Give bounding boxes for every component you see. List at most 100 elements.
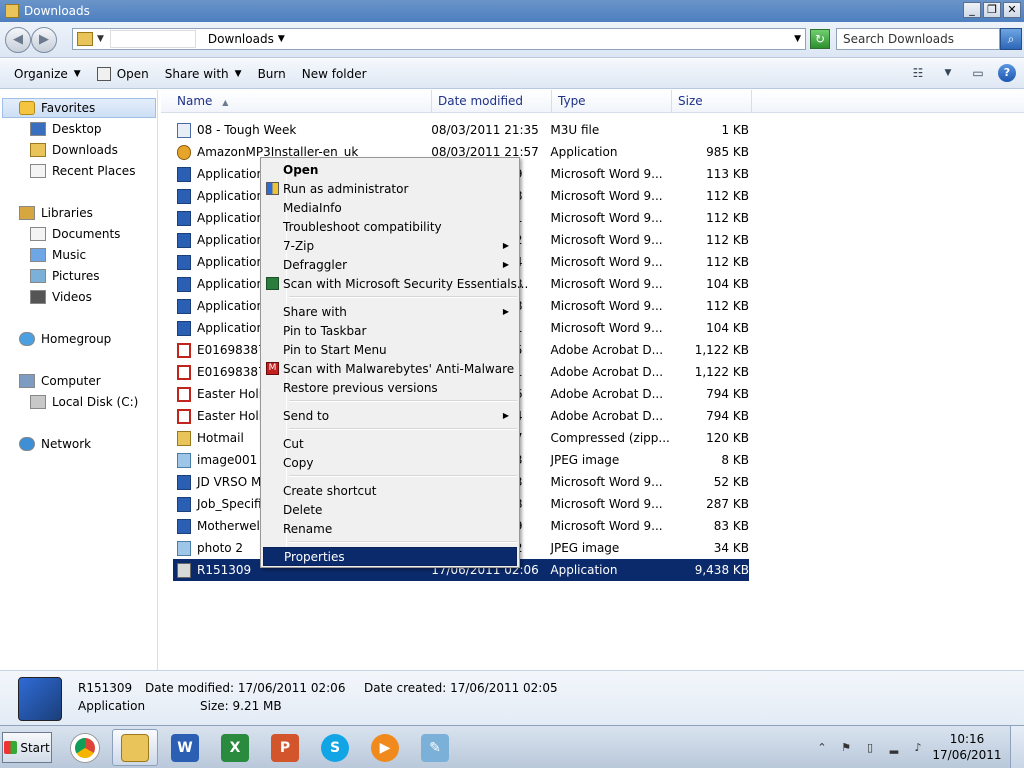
file-type: Microsoft Word 9... [550,277,663,291]
search-input[interactable]: Search Downloads [836,28,1000,50]
system-clock[interactable]: 10:16 17/06/2011 [930,731,1004,763]
homegroup-icon [19,332,35,346]
menu-item-send-to[interactable]: Send to ▶ [263,406,517,425]
column-date-modified[interactable]: Date modified [432,90,552,113]
new-folder-button[interactable]: New folder [294,59,375,89]
menu-item-restore-versions[interactable]: Restore previous versions [263,378,517,397]
nav-label: Videos [52,290,92,304]
menu-label: Rename [283,521,333,536]
file-type: Microsoft Word 9... [550,321,663,335]
application-icon [177,562,191,578]
menu-item-defraggler[interactable]: Defraggler ▶ [263,255,517,274]
taskbar-app-paint[interactable]: ✎ [412,729,458,766]
show-hidden-icons-icon[interactable]: ⌃ [814,740,830,756]
address-bar[interactable]: ▼ Downloads ▼ ▼ [72,28,806,50]
menu-item-mediainfo[interactable]: MediaInfo [263,198,517,217]
menu-item-share-with[interactable]: Share with ▶ [263,302,517,321]
nav-documents[interactable]: Documents [30,224,120,244]
menu-item-troubleshoot[interactable]: Troubleshoot compatibility [263,217,517,236]
usb-device-icon[interactable]: ▯ [862,740,878,756]
open-button[interactable]: Open [89,59,157,89]
minimize-button[interactable]: _ [963,2,981,18]
back-button[interactable]: ◀ [5,26,31,53]
nav-desktop[interactable]: Desktop [30,119,102,139]
file-type: Microsoft Word 9... [550,519,663,533]
word-document-icon [177,166,191,182]
taskbar-app-word[interactable]: W [162,729,208,766]
file-type: Microsoft Word 9... [550,475,663,489]
menu-item-properties[interactable]: Properties [263,547,517,566]
volume-icon[interactable]: ♪ [910,740,926,756]
file-size: 112 KB [706,211,749,225]
search-button[interactable]: ⌕ [1000,28,1022,50]
menu-item-rename[interactable]: Rename [263,519,517,538]
burn-button[interactable]: Burn [250,59,294,89]
refresh-button[interactable]: ↻ [810,29,830,49]
nav-pictures[interactable]: Pictures [30,266,100,286]
address-field[interactable] [109,30,196,48]
taskbar-app-media-player[interactable]: ▶ [362,729,408,766]
start-button[interactable]: Start [2,732,52,763]
file-name: Easter Holic [197,387,269,401]
submenu-arrow-icon: ▶ [502,307,509,316]
forward-button[interactable]: ▶ [31,26,57,53]
breadcrumb-downloads[interactable]: Downloads [208,32,274,46]
nav-videos[interactable]: Videos [30,287,92,307]
menu-item-cut[interactable]: Cut [263,434,517,453]
menu-item-7zip[interactable]: 7-Zip ▶ [263,236,517,255]
nav-local-disk[interactable]: Local Disk (C:) [30,392,138,412]
menu-item-open[interactable]: Open [263,160,517,179]
search-placeholder: Search Downloads [843,32,954,46]
file-row[interactable]: 08 - Tough Week 08/03/2011 21:35 M3U file 1… [173,119,749,141]
word-icon: W [171,733,199,762]
nav-label: Libraries [41,206,93,220]
nav-downloads[interactable]: Downloads [30,140,118,160]
chevron-down-icon[interactable]: ▼ [97,34,104,44]
nav-recent-places[interactable]: Recent Places [30,161,135,181]
history-dropdown-icon[interactable]: ▼ [794,34,801,44]
help-icon[interactable]: ? [998,64,1016,82]
close-button[interactable]: ✕ [1003,2,1021,18]
maximize-button[interactable]: ❐ [983,2,1001,18]
nav-homegroup[interactable]: Homegroup [19,329,111,349]
taskbar-app-powerpoint[interactable]: P [262,729,308,766]
taskbar-app-explorer[interactable] [112,729,158,766]
pdf-icon [177,386,191,402]
menu-item-scan-mse[interactable]: Scan with Microsoft Security Essentials.… [263,274,528,293]
chevron-down-icon[interactable]: ▼ [938,63,958,83]
menu-item-delete[interactable]: Delete [263,500,517,519]
organize-button[interactable]: Organize ▼ [0,59,89,89]
file-name: image001 [197,453,258,467]
nav-computer[interactable]: Computer [19,371,101,391]
chevron-down-icon[interactable]: ▼ [278,34,285,44]
action-center-icon[interactable]: ⚑ [838,740,854,756]
show-desktop-button[interactable] [1010,726,1024,768]
nav-music[interactable]: Music [30,245,86,265]
taskbar-app-skype[interactable]: S [312,729,358,766]
nav-label: Homegroup [41,332,112,346]
menu-item-malwarebytes[interactable]: M Scan with Malwarebytes' Anti-Malware [263,359,517,378]
share-with-button[interactable]: Share with ▼ [157,59,250,89]
file-name: photo 2 [197,541,244,555]
nav-favorites[interactable]: Favorites [2,98,156,118]
view-options-icon[interactable]: ☷ [908,63,928,83]
menu-item-pin-start[interactable]: Pin to Start Menu [263,340,517,359]
signal-strength-icon[interactable]: ▂ [886,740,902,756]
nav-network[interactable]: Network [19,434,91,454]
preview-pane-icon[interactable]: ▭ [968,63,988,83]
menu-item-pin-taskbar[interactable]: Pin to Taskbar [263,321,517,340]
word-document-icon [177,232,191,248]
column-size[interactable]: Size [672,90,752,113]
application-icon [96,66,111,81]
menu-item-run-as-admin[interactable]: Run as administrator [263,179,517,198]
nav-libraries[interactable]: Libraries [19,203,93,223]
taskbar-app-chrome[interactable] [62,729,108,766]
column-type[interactable]: Type [552,90,672,113]
column-name[interactable]: Name ▲ [161,90,432,113]
paint-icon: ✎ [421,733,449,762]
menu-item-create-shortcut[interactable]: Create shortcut [263,481,517,500]
taskbar-app-excel[interactable]: X [212,729,258,766]
chevron-down-icon: ▼ [234,68,242,79]
file-name: JD VRSO Ma [197,475,269,489]
menu-item-copy[interactable]: Copy [263,453,517,472]
